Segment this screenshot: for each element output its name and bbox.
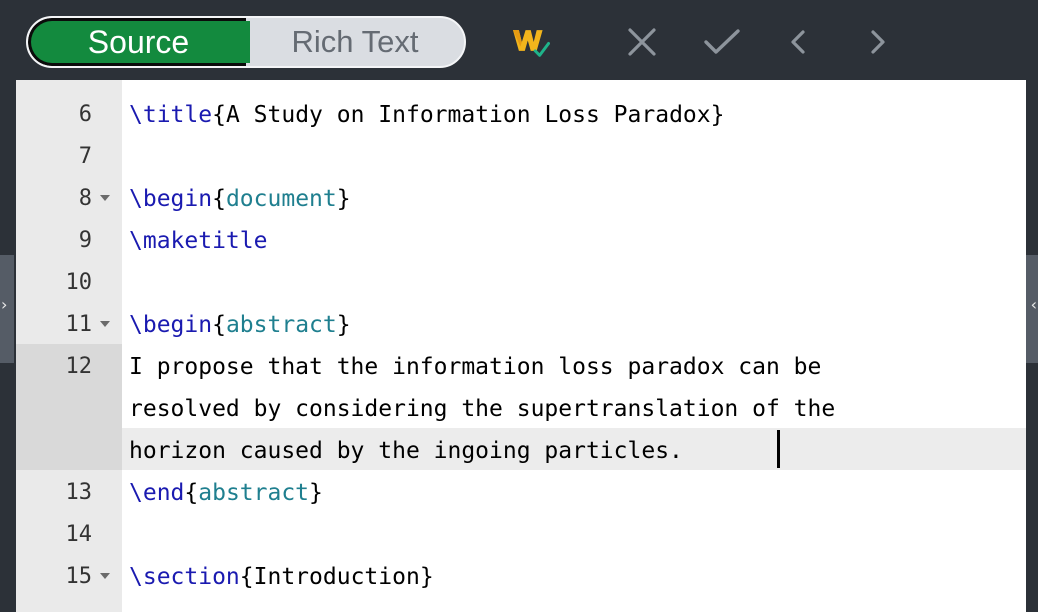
line-code: \end{abstract} (129, 480, 323, 506)
editor-line[interactable]: 8 \begin{document} (16, 178, 1026, 220)
editor-line[interactable]: 11 \begin{abstract} (16, 304, 1026, 346)
editor-line-active[interactable]: 12 I propose that the information loss p… (16, 346, 1026, 472)
fold-toggle-icon[interactable] (100, 321, 110, 327)
latex-command: \begin (129, 186, 213, 212)
editor-line[interactable]: 13 \end{abstract} (16, 472, 1026, 514)
line-number: 11 (65, 312, 93, 337)
fold-toggle-icon[interactable] (100, 195, 110, 201)
latex-command: \maketitle (129, 228, 268, 254)
chevron-right-icon: › (1, 295, 8, 314)
section-title: Introduction (253, 564, 420, 590)
chevron-left-icon: ‹ (1030, 295, 1037, 314)
environment-name: abstract (225, 312, 337, 338)
latex-command: \section (129, 564, 240, 590)
abstract-text-row: resolved by considering the supertransla… (129, 396, 836, 422)
chevron-right-icon[interactable] (858, 22, 898, 62)
editor-line[interactable]: 15 \section{Introduction} (16, 556, 1026, 598)
editor-line[interactable]: 7 (16, 136, 1026, 178)
line-code: \maketitle (129, 220, 267, 262)
line-code: \title{A Study on Information Loss Parad… (129, 102, 725, 128)
left-panel-toggle[interactable]: › (0, 255, 14, 363)
editor-line[interactable]: 14 (16, 514, 1026, 556)
check-icon[interactable] (702, 22, 742, 62)
source-mode-button[interactable]: Source (28, 18, 250, 66)
latex-command: \end (129, 480, 185, 506)
close-icon[interactable] (622, 22, 662, 62)
line-number: 6 (78, 102, 92, 127)
line-code: \begin{document} (129, 186, 351, 212)
latex-command: \begin (129, 312, 213, 338)
chevron-left-icon[interactable] (778, 22, 818, 62)
text-cursor (777, 430, 780, 468)
line-number: 14 (65, 522, 93, 547)
editor-line[interactable]: 10 (16, 262, 1026, 304)
environment-name: abstract (198, 480, 310, 506)
writefull-logo-icon[interactable] (510, 22, 550, 62)
title-text: A Study on Information Loss Paradox (225, 102, 711, 128)
abstract-text-row: horizon caused by the ingoing particles. (129, 438, 697, 464)
right-panel-toggle[interactable]: ‹ (1024, 255, 1038, 363)
rich-text-mode-button[interactable]: Rich Text (246, 18, 464, 66)
editor-mode-toggle[interactable]: Source Rich Text (26, 16, 466, 68)
editor-line[interactable]: 6 \title{A Study on Information Loss Par… (16, 94, 1026, 136)
line-number: 15 (65, 564, 93, 589)
toolbar: Source Rich Text (0, 0, 1038, 82)
line-number: 7 (78, 144, 92, 169)
line-code: \begin{abstract} (129, 312, 351, 338)
fold-toggle-icon[interactable] (100, 573, 110, 579)
abstract-text-row: I propose that the information loss para… (129, 354, 822, 380)
line-number: 10 (65, 270, 93, 295)
latex-command: \title (129, 102, 213, 128)
line-number: 13 (65, 480, 93, 505)
line-code: \section{Introduction} (129, 564, 434, 590)
code-editor[interactable]: 6 \title{A Study on Information Loss Par… (16, 80, 1026, 612)
editor-line[interactable]: 9 \maketitle (16, 220, 1026, 262)
environment-name: document (225, 186, 337, 212)
line-number: 9 (78, 228, 92, 253)
line-number: 12 (65, 354, 93, 379)
line-number: 8 (78, 186, 92, 211)
